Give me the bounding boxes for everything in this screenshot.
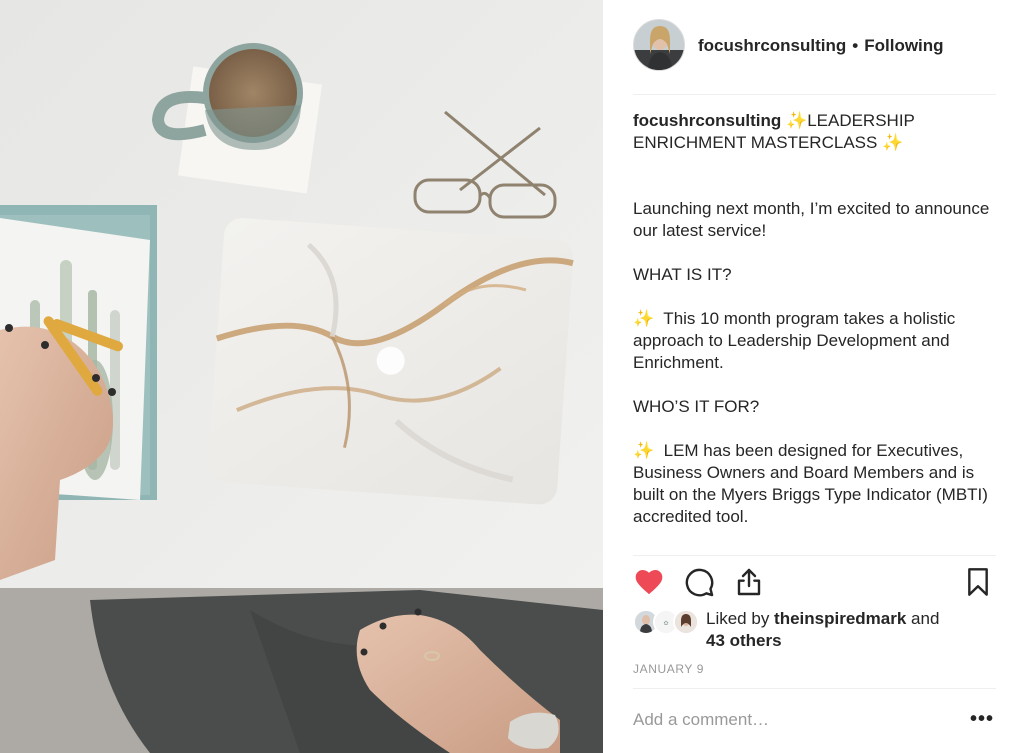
caption-paragraph-audience: ✨ LEM has been designed for Executives, … — [633, 440, 998, 528]
avatar[interactable] — [633, 19, 685, 71]
post-date[interactable]: JANUARY 9 — [633, 662, 704, 676]
action-bar — [633, 566, 996, 600]
avatar-image — [634, 20, 684, 70]
liker-username[interactable]: theinspiredmark — [774, 609, 906, 628]
sparkle-icon: ✨ — [786, 111, 808, 130]
post-photo-image — [0, 0, 603, 753]
likes-text: Liked by theinspiredmark and 43 others — [706, 608, 939, 652]
caption-title: focushrconsulting ✨LEADERSHIP ENRICHMENT … — [633, 110, 998, 154]
liker-avatar — [673, 609, 699, 635]
likes-section: ✿ Liked by theinspiredmark and 43 others — [633, 608, 1013, 654]
likes-others-link[interactable]: 43 others — [706, 631, 782, 650]
sparkle-icon: ✨ — [633, 309, 655, 328]
likes-middle: and — [906, 609, 940, 628]
heart-icon[interactable] — [633, 566, 667, 600]
post-sidebar: focushrconsulting • Following focushrconsu… — [603, 0, 1024, 753]
caption-username[interactable]: focushrconsulting — [633, 111, 781, 130]
caption-audience-text: LEM has been designed for Executives, Bu… — [633, 441, 993, 526]
caption-paragraph-intro: Launching next month, I’m excited to ann… — [633, 199, 990, 240]
caption-heading-what: WHAT IS IT? — [633, 265, 732, 284]
sparkle-icon: ✨ — [882, 133, 904, 152]
share-icon[interactable] — [733, 566, 767, 600]
more-icon[interactable]: ••• — [970, 708, 994, 731]
post-caption: focushrconsulting ✨LEADERSHIP ENRICHMENT … — [633, 110, 998, 528]
comment-input[interactable] — [633, 707, 953, 733]
separator-dot: • — [852, 36, 859, 55]
caption-paragraph-program: ✨ This 10 month program takes a holistic… — [633, 308, 998, 374]
actions-divider — [633, 555, 996, 556]
comment-icon[interactable] — [683, 566, 717, 600]
following-button[interactable]: Following — [864, 36, 943, 55]
caption-title-part2: ENRICHMENT MASTERCLASS — [633, 133, 878, 152]
caption-title-part1: LEADERSHIP — [807, 111, 915, 130]
sparkle-icon: ✨ — [633, 441, 655, 460]
caption-heading-who: WHO’S IT FOR? — [633, 397, 760, 416]
comment-box: ••• — [633, 688, 996, 753]
liker-avatars[interactable]: ✿ — [633, 608, 703, 638]
caption-program-text: This 10 month program takes a holistic a… — [633, 309, 961, 372]
svg-text:✿: ✿ — [663, 620, 668, 627]
username-link[interactable]: focushrconsulting — [698, 36, 846, 55]
header-text: focushrconsulting • Following — [698, 36, 944, 56]
post-header: focushrconsulting • Following — [633, 19, 996, 95]
bookmark-icon[interactable] — [962, 566, 996, 600]
likes-prefix: Liked by — [706, 609, 775, 628]
post-photo[interactable] — [0, 0, 603, 753]
